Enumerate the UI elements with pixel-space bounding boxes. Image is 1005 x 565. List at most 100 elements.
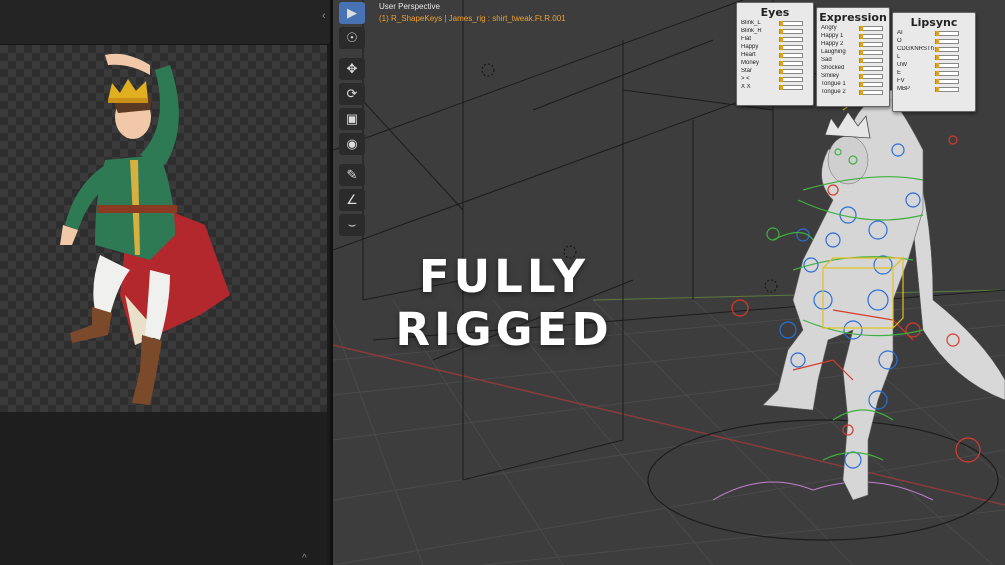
transform-tool[interactable]: ◉ [339, 133, 365, 155]
shape-key-slider[interactable] [779, 84, 803, 90]
image-editor-lower-area [0, 412, 327, 565]
shape-key-label: Happy 2 [821, 41, 844, 47]
slider-knob[interactable] [780, 44, 783, 50]
shape-key-slider[interactable] [935, 54, 959, 60]
shape-key-row: Blink_R [737, 27, 813, 35]
shape-key-label: MBP [897, 86, 911, 92]
shape-key-row: Money [737, 59, 813, 67]
shape-key-slider[interactable] [859, 41, 883, 47]
slider-knob[interactable] [860, 89, 863, 95]
slider-knob[interactable] [780, 36, 783, 42]
shape-key-slider[interactable] [779, 36, 803, 42]
shape-key-row: Shocked [817, 64, 889, 72]
slider-knob[interactable] [780, 20, 783, 26]
slider-knob[interactable] [860, 65, 863, 71]
scale-tool[interactable]: ▣ [339, 108, 365, 130]
ruler-icon: ∠ [346, 192, 358, 207]
shape-key-row: Tongue 2 [817, 88, 889, 96]
slider-knob[interactable] [860, 49, 863, 55]
shape-key-slider[interactable] [935, 38, 959, 44]
shape-key-row: CDGKNRSTh [893, 45, 975, 53]
shape-key-label: > < [741, 76, 750, 82]
slider-knob[interactable] [780, 76, 783, 82]
shape-key-row: Star [737, 67, 813, 75]
panel-title-lipsync: Lipsync [910, 16, 958, 29]
slider-knob[interactable] [936, 30, 939, 36]
shape-key-label: L [897, 54, 901, 60]
shape-key-row: MBP [893, 85, 975, 93]
select-box-tool[interactable]: ▶ [339, 2, 365, 24]
view-perspective-label: User Perspective [379, 2, 440, 11]
shape-key-slider[interactable] [859, 73, 883, 79]
shape-key-slider[interactable] [935, 70, 959, 76]
shape-key-label: E [897, 70, 902, 76]
shape-key-slider[interactable] [859, 65, 883, 71]
3d-cursor-icon: ☉ [346, 30, 358, 45]
shape-keys-panel-lipsync: Lipsync AI O CDGKNRSTh L UW E FV MBP [892, 12, 976, 112]
slider-knob[interactable] [780, 60, 783, 66]
shape-key-slider[interactable] [779, 52, 803, 58]
shape-key-row: Happy 1 [817, 32, 889, 40]
measure-tool[interactable]: ∠ [339, 189, 365, 211]
slider-knob[interactable] [936, 78, 939, 84]
curve-icon: ⌣ [347, 217, 357, 232]
curve-tool[interactable]: ⌣ [339, 214, 365, 236]
shape-key-slider[interactable] [859, 49, 883, 55]
slider-knob[interactable] [936, 86, 939, 92]
collapse-sidebar-icon[interactable]: ‹ [322, 10, 326, 22]
cursor-tool[interactable]: ☉ [339, 27, 365, 49]
slider-knob[interactable] [936, 70, 939, 76]
active-object-info: (1) R_ShapeKeys | James_rig : shirt_twea… [379, 14, 566, 23]
shape-key-row: Angry [817, 24, 889, 32]
character-render [60, 53, 230, 405]
slider-knob[interactable] [936, 38, 939, 44]
shape-key-row: Laughing [817, 48, 889, 56]
slider-knob[interactable] [780, 28, 783, 34]
shape-key-slider[interactable] [859, 25, 883, 31]
shape-key-label: Heart [741, 52, 756, 58]
slider-knob[interactable] [860, 73, 863, 79]
slider-knob[interactable] [860, 41, 863, 47]
shape-key-label: Angry [821, 25, 837, 31]
shape-key-slider[interactable] [935, 62, 959, 68]
slider-knob[interactable] [936, 62, 939, 68]
shape-key-label: Sad [821, 57, 832, 63]
slider-knob[interactable] [860, 57, 863, 63]
tool-shelf: ▶ ☉ ✥ ⟳ ▣ ◉ ✎ ∠ ⌣ [339, 2, 367, 239]
slider-knob[interactable] [780, 84, 783, 90]
slider-knob[interactable] [860, 33, 863, 39]
shape-key-label: Tongue 2 [821, 89, 846, 95]
shape-key-slider[interactable] [779, 60, 803, 66]
move-tool[interactable]: ✥ [339, 58, 365, 80]
shape-key-slider[interactable] [859, 81, 883, 87]
shape-key-label: Money [741, 60, 760, 66]
slider-knob[interactable] [780, 68, 783, 74]
shape-key-row: Blink_L [737, 19, 813, 27]
shape-key-slider[interactable] [779, 20, 803, 26]
shape-key-slider[interactable] [859, 57, 883, 63]
scroll-up-icon[interactable]: ^ [302, 553, 307, 564]
shape-key-slider[interactable] [935, 86, 959, 92]
shape-key-slider[interactable] [779, 68, 803, 74]
shape-key-slider[interactable] [935, 46, 959, 52]
slider-knob[interactable] [780, 52, 783, 58]
shape-key-slider[interactable] [779, 28, 803, 34]
slider-knob[interactable] [860, 25, 863, 31]
scale-icon: ▣ [345, 111, 359, 126]
slider-knob[interactable] [860, 81, 863, 87]
shape-key-slider[interactable] [859, 89, 883, 95]
root-control-circle [647, 419, 999, 541]
shape-key-slider[interactable] [935, 30, 959, 36]
annotate-tool[interactable]: ✎ [339, 164, 365, 186]
shape-key-row: Happy 2 [817, 40, 889, 48]
shape-key-slider[interactable] [935, 78, 959, 84]
slider-knob[interactable] [936, 46, 939, 52]
rotate-tool[interactable]: ⟳ [339, 83, 365, 105]
slider-knob[interactable] [936, 54, 939, 60]
shape-key-slider[interactable] [779, 76, 803, 82]
shape-key-row: Tongue 1 [817, 80, 889, 88]
shape-key-row: UW [893, 61, 975, 69]
shape-key-slider[interactable] [859, 33, 883, 39]
shape-key-rows-lipsync: AI O CDGKNRSTh L UW E FV MBP [893, 29, 975, 93]
shape-key-slider[interactable] [779, 44, 803, 50]
